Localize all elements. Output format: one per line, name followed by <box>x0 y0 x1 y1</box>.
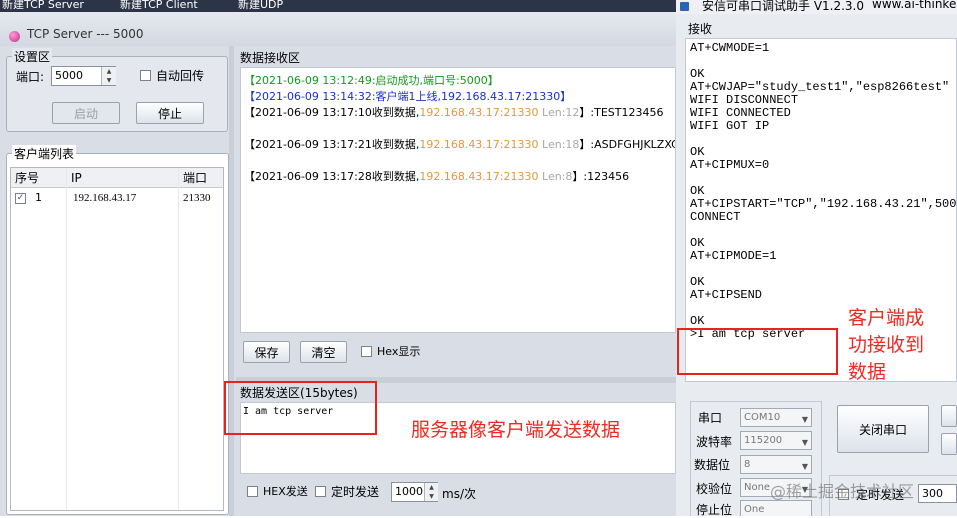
auto-echo-label: 自动回传 <box>156 69 205 83</box>
serial-output-line: OK <box>690 275 705 289</box>
serial-output-line: AT+CIPMODE=1 <box>690 249 777 263</box>
settings-group-title: 设置区 <box>12 48 53 65</box>
serial-window-title: 安信可串口调试助手 V1.2.3.0 <box>702 0 865 13</box>
close-port-button[interactable]: 关闭串口 <box>837 405 929 453</box>
port-spinner-icon[interactable]: ▲ ▼ <box>101 67 116 85</box>
stop-bits-label: 停止位 <box>696 503 733 517</box>
hex-send-checkbox[interactable] <box>247 486 258 497</box>
server-send-annotation: 服务器像客户端发送数据 <box>411 419 621 441</box>
vertical-splitter[interactable] <box>229 46 234 516</box>
side-button-1[interactable] <box>941 405 957 427</box>
hex-display-label: Hex显示 <box>377 345 421 358</box>
hex-send-label: HEX发送 <box>263 485 308 498</box>
side-button-2[interactable] <box>941 433 957 455</box>
timed-send-label: 定时发送 <box>331 485 380 499</box>
serial-output-line: WIFI CONNECTED <box>690 106 791 120</box>
serial-output-line: AT+CIPMUX=0 <box>690 158 770 172</box>
receive-area-label: 数据接收区 <box>240 51 301 65</box>
send-highlight-box <box>224 381 377 435</box>
interval-spinner-icon[interactable]: ▲ ▼ <box>424 483 438 501</box>
serial-output-line: CONNECT <box>690 210 741 224</box>
serial-output-line: WIFI GOT IP <box>690 119 770 133</box>
serial-output-line: WIFI DISCONNECT <box>690 93 799 107</box>
start-button[interactable]: 启动 <box>52 102 120 124</box>
data-bits-label: 数据位 <box>694 458 731 472</box>
serial-output-line: OK <box>690 236 705 250</box>
column-header-ip[interactable]: IP <box>67 168 179 188</box>
server-window-title: TCP Server --- 5000 <box>27 27 144 41</box>
menu-new-udp[interactable]: 新建UDP <box>238 0 283 12</box>
hex-display-checkbox[interactable] <box>361 346 372 357</box>
parity-label: 校验位 <box>696 482 733 496</box>
serial-receive-label: 接收 <box>688 22 713 36</box>
auto-echo-checkbox[interactable] <box>140 70 151 81</box>
column-header-port[interactable]: 端口 <box>179 168 223 188</box>
save-button[interactable]: 保存 <box>243 341 290 363</box>
receive-area[interactable]: 【2021-06-09 13:12:49:启动成功,端口号:5000】 【202… <box>240 67 676 333</box>
serial-output-line: AT+CWMODE=1 <box>690 41 770 55</box>
stop-button[interactable]: 停止 <box>136 102 204 124</box>
client-receive-annotation-3: 数据 <box>848 361 887 383</box>
data-bits-select[interactable]: 8 ▼ <box>740 455 812 474</box>
timed-send-checkbox[interactable] <box>315 486 326 497</box>
serial-title-bar: 安信可串口调试助手 V1.2.3.0 www.ai-thinker <box>676 0 957 14</box>
menu-new-tcp-server[interactable]: 新建TCP Server <box>2 0 84 12</box>
serial-output-line: OK <box>690 145 705 159</box>
log-line: 【2021-06-09 13:12:49:启动成功,端口号:5000】 <box>244 74 499 87</box>
clear-button[interactable]: 清空 <box>300 341 347 363</box>
serial-output-line: AT+CIPSEND <box>690 288 763 302</box>
client-row-ip: 192.168.43.17 <box>73 192 137 204</box>
log-line: 【2021-06-09 13:14:32:客户端1上线,192.168.43.1… <box>244 90 572 103</box>
serial-output-line: AT+CWJAP="study_test1","esp8266test" <box>690 80 950 94</box>
serial-output-line: AT+CIPSTART="TCP","192.168.43.21",5000 <box>690 197 957 211</box>
watermark: @稀土掘金技术社区 <box>770 482 915 501</box>
app-status-icon <box>9 31 20 42</box>
receive-highlight-box <box>677 328 838 375</box>
serial-output-line: OK <box>690 67 705 81</box>
stop-bits-select[interactable]: One <box>740 500 812 516</box>
interval-unit-label: ms/次 <box>442 487 476 501</box>
serial-port-label: 串口 <box>698 411 723 425</box>
menu-new-tcp-client[interactable]: 新建TCP Client <box>120 0 198 12</box>
serial-timed-value-input[interactable]: 300 <box>918 484 957 503</box>
column-header-index[interactable]: 序号 <box>11 168 67 188</box>
log-line: 【2021-06-09 13:17:10收到数据,192.168.43.17:2… <box>244 106 664 119</box>
baud-rate-label: 波特率 <box>696 435 733 449</box>
client-receive-annotation-1: 客户端成 <box>848 307 925 329</box>
log-line: 【2021-06-09 13:17:28收到数据,192.168.43.17:2… <box>244 170 630 183</box>
client-row-checkbox[interactable]: ✓ <box>15 193 26 204</box>
client-table: 序号 IP 端口 ✓ 1 192.168.43.17 21330 <box>10 167 224 511</box>
log-line: 【2021-06-09 13:17:21收到数据,192.168.43.17:2… <box>244 138 676 151</box>
client-list-title: 客户端列表 <box>12 145 77 162</box>
baud-rate-select[interactable]: 115200 ▼ <box>740 431 812 450</box>
serial-website: www.ai-thinker <box>872 0 957 11</box>
port-label: 端口: <box>16 70 45 84</box>
serial-output-line: OK <box>690 314 705 328</box>
client-row-port: 21330 <box>183 192 211 204</box>
serial-port-select[interactable]: COM10 ▼ <box>740 408 812 427</box>
client-receive-annotation-2: 功接收到 <box>848 334 925 356</box>
serial-app-icon <box>680 2 689 11</box>
client-row-index: 1 <box>35 191 42 204</box>
serial-output-line: OK <box>690 184 705 198</box>
menu-bar: 新建TCP Server 新建TCP Client 新建UDP <box>0 0 676 12</box>
